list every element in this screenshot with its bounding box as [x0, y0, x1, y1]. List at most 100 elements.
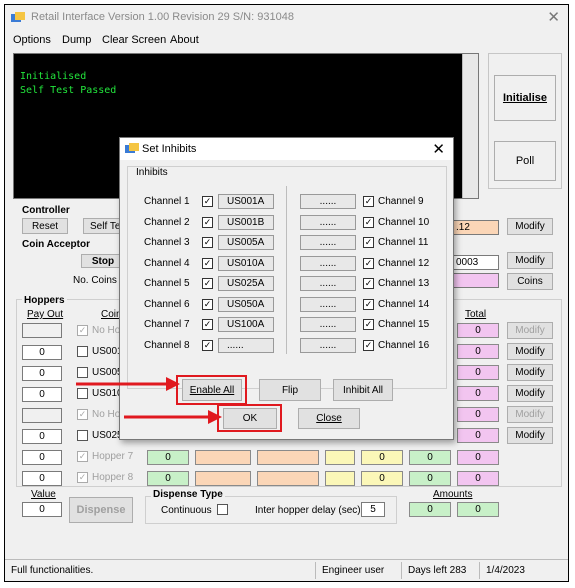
channel-label: Channel 15 — [378, 319, 430, 330]
initialise-button[interactable]: Initialise — [494, 75, 556, 121]
hopper-name: Hopper 8 — [92, 472, 134, 483]
channel-checkbox[interactable]: ✓ — [363, 237, 374, 248]
channel-code: ...... — [300, 276, 356, 291]
status-user: Engineer user — [315, 562, 401, 579]
hopper-modify-button[interactable]: Modify — [507, 364, 553, 381]
channel-code: US050A — [218, 297, 274, 312]
channel-divider — [286, 186, 287, 354]
channel-checkbox[interactable]: ✓ — [363, 217, 374, 228]
close-button[interactable]: Close — [298, 408, 360, 429]
channel-code: US001A — [218, 194, 274, 209]
continuous-checkbox[interactable] — [217, 504, 228, 515]
hopper-total: 0 — [457, 450, 499, 465]
hopper-checkbox[interactable]: ✓ — [77, 451, 88, 462]
inhibit-all-button[interactable]: Inhibit All — [333, 379, 393, 401]
no-coins-label: No. Coins — [73, 275, 117, 286]
value-field[interactable]: 0 — [22, 502, 62, 517]
channel-label: Channel 11 — [378, 237, 429, 248]
hopper-total: 0 — [457, 344, 499, 359]
hopper-col: 0 — [361, 450, 403, 465]
hopper-name: No Ho — [92, 409, 121, 420]
hopper-col: 0 — [409, 450, 451, 465]
delay-field[interactable]: 5 — [361, 502, 385, 517]
hopper-checkbox[interactable]: ✓ — [77, 472, 88, 483]
channel-code: ...... — [300, 194, 356, 209]
channel-code: US025A — [218, 276, 274, 291]
enable-all-highlight — [176, 375, 247, 405]
hopper-col: 0 — [147, 450, 189, 465]
coin-acceptor-title: Coin Acceptor — [22, 239, 90, 250]
channel-label: Channel 7 — [144, 319, 190, 330]
arrow-to-ok-icon — [124, 410, 222, 424]
reset-button[interactable]: Reset — [22, 218, 68, 234]
hopper-checkbox[interactable] — [77, 346, 88, 357]
hopper-col — [195, 450, 251, 465]
channel-checkbox[interactable]: ✓ — [202, 217, 213, 228]
channel-label: Channel 8 — [144, 340, 190, 351]
hopper-payout[interactable]: 0 — [22, 450, 62, 465]
amount-field: 0 — [409, 502, 451, 517]
hopper-total: 0 — [457, 428, 499, 443]
menu-dump[interactable]: Dump — [62, 34, 91, 46]
hopper-payout[interactable] — [22, 408, 62, 423]
close-icon[interactable]: ✕ — [547, 8, 560, 26]
channel-label: Channel 1 — [144, 196, 190, 207]
channel-checkbox[interactable]: ✓ — [202, 258, 213, 269]
channel-checkbox[interactable]: ✓ — [202, 299, 213, 310]
dispense-button[interactable]: Dispense — [69, 497, 133, 523]
channel-checkbox[interactable]: ✓ — [363, 299, 374, 310]
hopper-payout[interactable] — [22, 323, 62, 338]
channel-checkbox[interactable]: ✓ — [363, 340, 374, 351]
channel-code: ...... — [300, 256, 356, 271]
channel-checkbox[interactable]: ✓ — [202, 319, 213, 330]
channel-checkbox[interactable]: ✓ — [363, 258, 374, 269]
menu-options[interactable]: Options — [13, 34, 51, 46]
hopper-modify-button[interactable]: Modify — [507, 322, 553, 339]
menu-about[interactable]: About — [170, 34, 199, 46]
dialog-title: Set Inhibits — [142, 143, 197, 155]
hopper-payout[interactable]: 0 — [22, 387, 62, 402]
channel-label: Channel 5 — [144, 278, 190, 289]
hopper-col: 0 — [409, 471, 451, 486]
poll-button[interactable]: Poll — [494, 141, 556, 181]
hopper-col: 0 — [147, 471, 189, 486]
hopper-payout[interactable]: 0 — [22, 429, 62, 444]
channel-checkbox[interactable]: ✓ — [363, 319, 374, 330]
status-date: 1/4/2023 — [479, 562, 568, 579]
hopper-modify-button[interactable]: Modify — [507, 406, 553, 423]
coins-button[interactable]: Coins — [507, 273, 553, 290]
channel-code: ...... — [300, 215, 356, 230]
console-line-1: Initialised — [20, 71, 87, 82]
channel-checkbox[interactable]: ✓ — [202, 340, 213, 351]
delay-label: Inter hopper delay (sec) — [255, 505, 361, 516]
console-scrollbar[interactable] — [462, 54, 478, 198]
hopper-modify-button[interactable]: Modify — [507, 427, 553, 444]
menu-clear-screen[interactable]: Clear Screen — [102, 34, 166, 46]
channel-checkbox[interactable]: ✓ — [202, 196, 213, 207]
controller-modify-button[interactable]: Modify — [507, 218, 553, 235]
hopper-checkbox[interactable]: ✓ — [77, 409, 88, 420]
value-label: Value — [31, 489, 56, 500]
coin-acceptor-modify-button[interactable]: Modify — [507, 252, 553, 269]
hopper-payout[interactable]: 0 — [22, 366, 62, 381]
dialog-close-icon[interactable]: ✕ — [432, 140, 445, 158]
self-test-button[interactable]: Self Te — [83, 218, 123, 234]
hopper-col — [257, 450, 319, 465]
hopper-name: Hopper 7 — [92, 451, 134, 462]
channel-checkbox[interactable]: ✓ — [363, 278, 374, 289]
channel-code: ...... — [218, 338, 274, 353]
hopper-col: 0 — [361, 471, 403, 486]
channel-checkbox[interactable]: ✓ — [363, 196, 374, 207]
hopper-payout[interactable]: 0 — [22, 471, 62, 486]
flip-button[interactable]: Flip — [259, 379, 321, 401]
channel-checkbox[interactable]: ✓ — [202, 237, 213, 248]
channel-checkbox[interactable]: ✓ — [202, 278, 213, 289]
ok-highlight — [217, 404, 282, 432]
hopper-payout[interactable]: 0 — [22, 345, 62, 360]
hopper-modify-button[interactable]: Modify — [507, 385, 553, 402]
hopper-checkbox[interactable]: ✓ — [77, 325, 88, 336]
hopper-modify-button[interactable]: Modify — [507, 343, 553, 360]
hopper-checkbox[interactable] — [77, 430, 88, 441]
hopper-name: US001 — [92, 346, 123, 357]
hopper-total: 0 — [457, 323, 499, 338]
